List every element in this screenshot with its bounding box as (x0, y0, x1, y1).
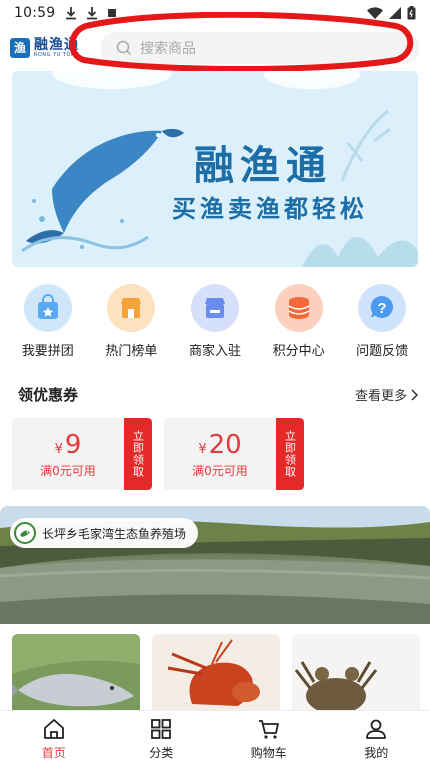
bottom-tab-bar: 首页 分类 购物车 我的 (0, 710, 430, 766)
coupon-body: ¥ 20 满0元可用 (164, 418, 276, 490)
banner-title: 融渔通 (194, 143, 332, 189)
tab-home[interactable]: 首页 (0, 711, 108, 766)
status-system-icons (367, 6, 416, 20)
coupon-list: ¥ 9 满0元可用 立即领取 ¥ 20 满0元可用 立即领取 (12, 418, 304, 490)
coupon-card[interactable]: ¥ 20 满0元可用 立即领取 (164, 418, 304, 490)
tab-cart[interactable]: 购物车 (215, 711, 323, 766)
status-notification-icons (65, 6, 117, 20)
points-coins-icon (274, 284, 323, 332)
fish-image (12, 634, 140, 714)
coupon-condition: 满0元可用 (192, 463, 248, 478)
tab-label: 分类 (149, 745, 174, 760)
coupon-currency: ¥ (198, 441, 207, 457)
claim-coupon-button[interactable]: 立即领取 (276, 418, 304, 490)
coupon-value: 20 (208, 429, 242, 460)
battery-icon (407, 6, 416, 20)
crab-image (292, 634, 420, 714)
claim-coupon-button[interactable]: 立即领取 (124, 418, 152, 490)
chevron-right-icon (411, 388, 418, 401)
quick-menu-label: 我要拼团 (21, 344, 74, 359)
app-screen: 10:59 渔 融渔通 RONG YU TONG 搜索商品 融渔通 买渔卖渔都轻… (0, 0, 430, 766)
header: 渔 融渔通 RONG YU TONG 搜索商品 (0, 28, 430, 68)
quick-menu-group-buy[interactable]: 我要拼团 (6, 284, 90, 364)
feedback-question-icon: ? (358, 284, 407, 332)
product-list (12, 634, 420, 714)
search-placeholder: 搜索商品 (140, 41, 196, 57)
app-logo[interactable]: 渔 融渔通 RONG YU TONG (10, 38, 90, 58)
quick-menu-label: 积分中心 (272, 344, 325, 359)
tab-label: 首页 (41, 745, 66, 760)
search-input[interactable]: 搜索商品 (100, 32, 420, 64)
farm-name: 长坪乡毛家湾生态鱼养殖场 (42, 526, 187, 541)
wifi-icon (367, 7, 383, 19)
group-buy-bag-icon (23, 284, 72, 332)
search-icon (116, 40, 132, 56)
product-card-crayfish[interactable] (152, 634, 280, 714)
signal-icon (389, 7, 401, 19)
quick-menu-merchant[interactable]: 商家入驻 (173, 284, 257, 364)
download-icon (87, 7, 98, 20)
farm-banner[interactable]: 长坪乡毛家湾生态鱼养殖场 (0, 506, 430, 624)
farm-tag[interactable]: 长坪乡毛家湾生态鱼养殖场 (10, 518, 199, 548)
coupon-amount: ¥ 20 (198, 430, 241, 460)
home-icon (43, 718, 64, 739)
crayfish-image (152, 634, 280, 714)
farm-logo-icon (14, 522, 36, 544)
coupon-currency: ¥ (54, 441, 63, 457)
hero-banner[interactable]: 融渔通 买渔卖渔都轻松 (12, 71, 418, 267)
coupon-condition: 满0元可用 (40, 463, 96, 478)
download-icon (66, 7, 77, 20)
status-bar: 10:59 (0, 0, 430, 26)
banner-subtitle: 买渔卖渔都轻松 (172, 195, 368, 223)
cart-icon (258, 719, 279, 739)
view-more-label: 查看更多 (354, 389, 407, 404)
coupon-section-header: 领优惠券 查看更多 (18, 384, 418, 405)
hot-list-store-icon (107, 284, 156, 332)
product-card-fish[interactable] (12, 634, 140, 714)
tab-category[interactable]: 分类 (108, 711, 216, 766)
coupon-body: ¥ 9 满0元可用 (12, 418, 124, 490)
quick-menu-feedback[interactable]: ? 问题反馈 (340, 284, 424, 364)
tab-label: 购物车 (250, 745, 287, 760)
coupon-value: 9 (64, 429, 82, 460)
quick-menu: 我要拼团 热门榜单 商家入驻 积分中心 ? 问题反馈 (0, 284, 430, 364)
coupon-amount: ¥ 9 (55, 430, 82, 460)
quick-menu-label: 问题反馈 (356, 344, 409, 359)
logo-cn-text: 融渔通 (34, 37, 79, 53)
logo-badge: 渔 (10, 38, 30, 58)
tab-label: 我的 (364, 745, 389, 760)
status-time: 10:59 (14, 5, 56, 21)
logo-en-text: RONG YU TONG (34, 52, 80, 58)
quick-menu-points[interactable]: 积分中心 (257, 284, 341, 364)
coupon-card[interactable]: ¥ 9 满0元可用 立即领取 (12, 418, 152, 490)
product-card-crab[interactable] (292, 634, 420, 714)
quick-menu-label: 商家入驻 (188, 344, 241, 359)
category-grid-icon (151, 718, 172, 739)
profile-icon (366, 719, 387, 739)
tab-profile[interactable]: 我的 (323, 711, 430, 766)
quick-menu-label: 热门榜单 (105, 344, 158, 359)
notification-icon (108, 9, 117, 17)
quick-menu-hot-list[interactable]: 热门榜单 (90, 284, 174, 364)
logo-text: 融渔通 RONG YU TONG (34, 38, 80, 58)
coupon-section-title: 领优惠券 (18, 386, 79, 404)
svg-text:?: ? (378, 300, 387, 317)
view-more-link[interactable]: 查看更多 (355, 385, 418, 404)
merchant-store-icon (190, 284, 239, 332)
